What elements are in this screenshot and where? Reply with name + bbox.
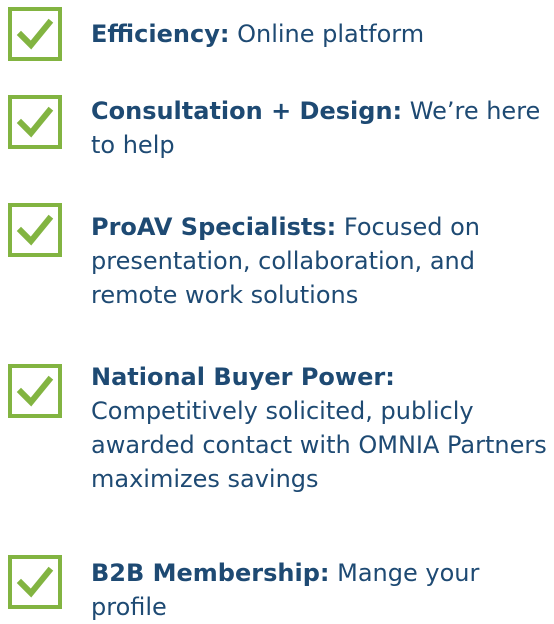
benefit-label: National Buyer Power:	[91, 363, 395, 391]
benefit-description: Competitively solicited, publicly awarde…	[91, 397, 547, 493]
benefit-text: Efficiency: Online platform	[91, 17, 549, 51]
benefit-description: Online platform	[237, 20, 425, 48]
checkbox-checked-icon	[8, 7, 62, 61]
benefit-text: ProAV Specialists: Focused on presentati…	[91, 210, 549, 312]
benefit-text: Consultation + Design: We’re here to hel…	[91, 94, 549, 162]
benefit-label: Efficiency:	[91, 20, 230, 48]
checkbox-checked-icon	[8, 555, 62, 609]
checkbox-checked-icon	[8, 95, 62, 149]
benefit-text: B2B Membership: Mange your profile	[91, 556, 549, 624]
benefit-label: ProAV Specialists:	[91, 213, 337, 241]
checkbox-checked-icon	[8, 364, 62, 418]
checkmark-icon	[16, 18, 54, 50]
checkmark-icon	[16, 214, 54, 246]
checkmark-icon	[16, 106, 54, 138]
benefit-label: B2B Membership:	[91, 559, 330, 587]
checkmark-icon	[16, 375, 54, 407]
checkmark-icon	[16, 566, 54, 598]
checkbox-checked-icon	[8, 203, 62, 257]
benefits-page: { "colors": { "text": "#1e4a73", "check"…	[0, 0, 554, 624]
benefit-label: Consultation + Design:	[91, 97, 403, 125]
benefit-text: National Buyer Power: Competitively soli…	[91, 360, 549, 496]
